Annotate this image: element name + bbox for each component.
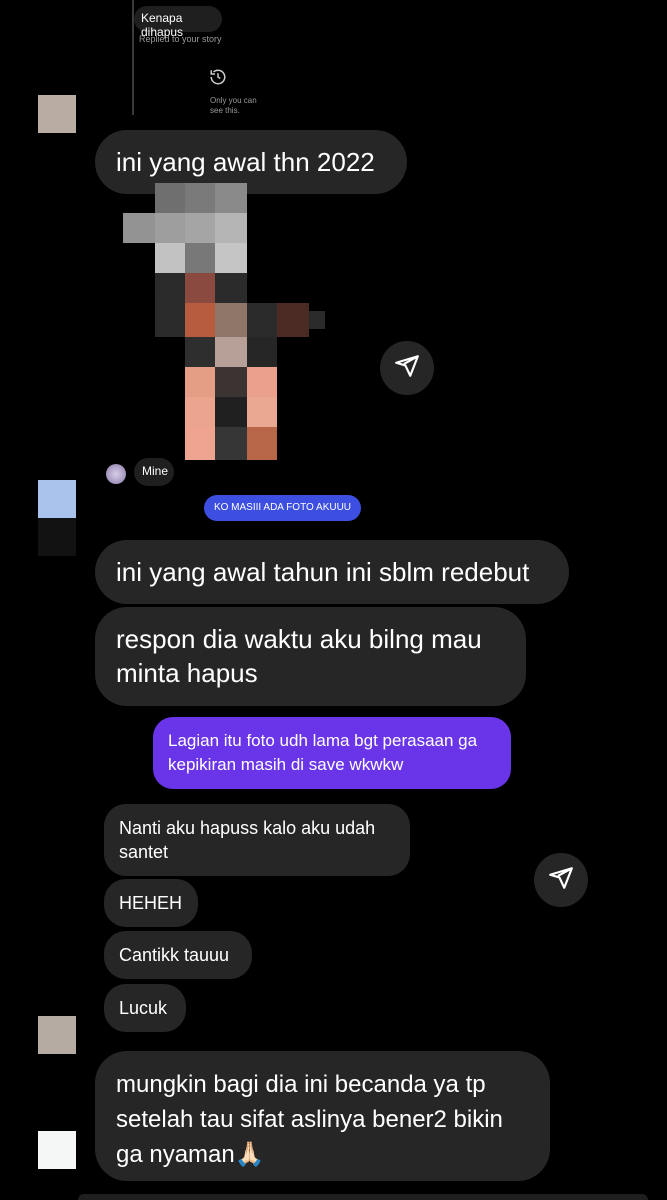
pixelated-photo[interactable]: [123, 183, 325, 460]
share-button[interactable]: [380, 341, 434, 395]
story-reply-bubble[interactable]: Kenapa dihapus: [134, 6, 222, 39]
received-message[interactable]: ini yang awal tahun ini sblm redebut: [95, 540, 569, 604]
replied-caption: Replied to your story: [139, 34, 222, 44]
bottom-bubble-edge: [78, 1194, 648, 1200]
send-icon: [394, 353, 420, 384]
private-notice: Only you can see this.: [210, 96, 257, 115]
received-message[interactable]: mungkin bagi dia ini becanda ya tp setel…: [95, 1051, 550, 1181]
chip-text: KO MASIII ADA FOTO AKUUU: [213, 502, 352, 513]
message-text: ini yang awal thn 2022: [116, 147, 375, 177]
received-message[interactable]: Nanti aku hapuss kalo aku udah santet: [104, 804, 410, 876]
avatar[interactable]: [38, 480, 76, 518]
story-label-bubble[interactable]: Mine: [134, 458, 174, 486]
message-text: HEHEH: [119, 893, 183, 913]
received-message[interactable]: respon dia waktu aku bilng mau minta hap…: [95, 607, 526, 706]
story-reaction-chip[interactable]: KO MASIII ADA FOTO AKUUU: [204, 495, 361, 521]
history-icon: [209, 68, 227, 91]
avatar[interactable]: [38, 1131, 76, 1169]
avatar[interactable]: [38, 95, 76, 133]
received-message[interactable]: Lucuk: [104, 984, 186, 1032]
message-text: mungkin bagi dia ini becanda ya tp setel…: [116, 1071, 503, 1168]
message-text: ini yang awal tahun ini sblm redebut: [116, 557, 530, 587]
story-label-text: Mine: [142, 464, 169, 478]
message-text: Cantikk tauuu: [119, 945, 230, 965]
avatar[interactable]: [38, 1016, 76, 1054]
share-button[interactable]: [534, 853, 588, 907]
message-text: respon dia waktu aku bilng mau minta hap…: [116, 624, 482, 688]
received-message[interactable]: HEHEH: [104, 879, 198, 927]
received-message[interactable]: Cantikk tauuu: [104, 931, 252, 979]
message-text: Lagian itu foto udh lama bgt perasaan ga…: [168, 731, 478, 774]
message-text: Nanti aku hapuss kalo aku udah santet: [119, 818, 376, 862]
send-icon: [548, 865, 574, 896]
avatar-shadow: [38, 518, 76, 556]
sent-message[interactable]: Lagian itu foto udh lama bgt perasaan ga…: [153, 717, 511, 789]
message-text: Lucuk: [119, 998, 168, 1018]
story-avatar[interactable]: [106, 464, 126, 484]
